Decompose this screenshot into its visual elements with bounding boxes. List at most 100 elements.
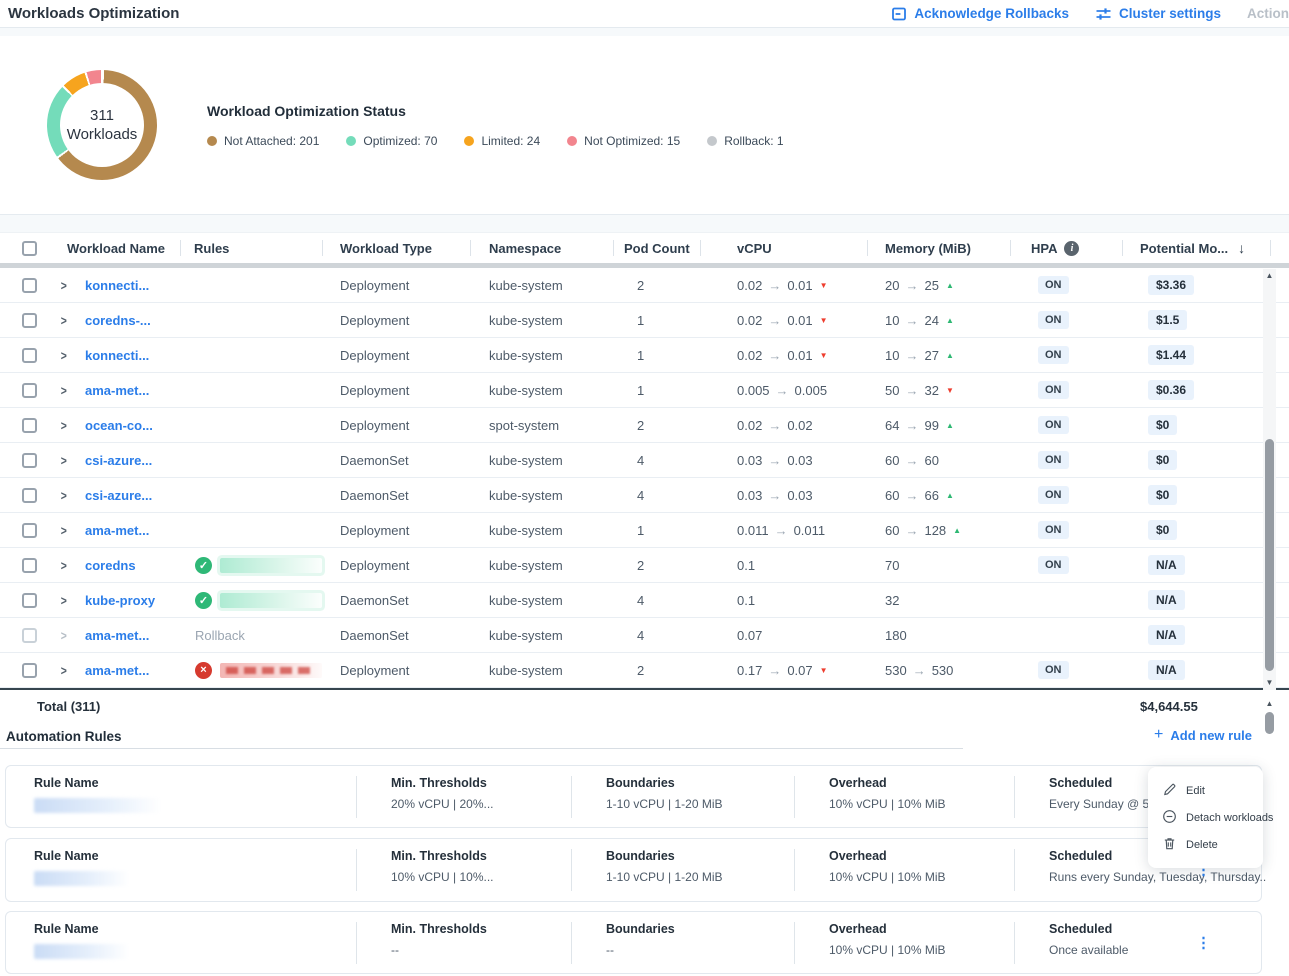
row-checkbox[interactable] (22, 453, 37, 468)
column-header-memory[interactable]: Memory (MiB) (867, 233, 1010, 263)
row-checkbox[interactable] (22, 593, 37, 608)
pod-count-cell: 1 (613, 338, 700, 372)
workload-name-link[interactable]: coredns-... (85, 313, 151, 328)
workload-name-cell: csi-azure... (82, 478, 180, 512)
workload-name-link[interactable]: kube-proxy (85, 593, 155, 608)
row-checkbox[interactable] (22, 348, 37, 363)
select-all-checkbox[interactable] (22, 241, 37, 256)
acknowledge-rollbacks-button[interactable]: Acknowledge Rollbacks (891, 6, 1069, 22)
hpa-on-badge: ON (1038, 276, 1069, 294)
namespace-cell: kube-system (470, 513, 613, 547)
mem-cell: 60→66▲ (867, 478, 1010, 512)
row-checkbox[interactable] (22, 663, 37, 678)
cluster-settings-button[interactable]: Cluster settings (1095, 6, 1221, 22)
rule-name-column: Rule Name (6, 776, 356, 818)
expand-chevron-icon[interactable]: > (61, 663, 67, 678)
hpa-cell: ON (1010, 478, 1122, 512)
expand-chevron-icon[interactable]: > (61, 313, 67, 328)
workload-type-cell: DaemonSet (322, 478, 470, 512)
row-checkbox[interactable] (22, 488, 37, 503)
workload-name-link[interactable]: ama-met... (85, 663, 149, 678)
expand-chevron-icon[interactable]: > (61, 523, 67, 538)
vcpu-from: 0.02 (737, 418, 762, 433)
namespace: kube-system (489, 453, 563, 468)
workload-type: Deployment (340, 558, 409, 573)
rule-kebab-menu-button[interactable]: ⋮ (1196, 935, 1211, 950)
pod-count-cell: 1 (613, 513, 700, 547)
expand-chevron-icon[interactable]: > (61, 418, 67, 433)
mem-to: 60 (924, 453, 938, 468)
workload-name-link[interactable]: coredns (85, 558, 136, 573)
mem-cell: 180 (867, 618, 1010, 652)
column-header-pod-count[interactable]: Pod Count (613, 233, 700, 263)
expand-chevron-icon[interactable]: > (61, 628, 67, 643)
column-header-namespace[interactable]: Namespace (470, 233, 613, 263)
scrollbar-thumb[interactable] (1265, 712, 1274, 734)
column-header-workload-type[interactable]: Workload Type (322, 233, 470, 263)
column-header-rules[interactable]: Rules (180, 233, 322, 263)
trend-up-icon: ▲ (946, 351, 954, 360)
potential-header-label: Potential Mo... (1140, 241, 1228, 256)
row-checkbox[interactable] (22, 418, 37, 433)
top-bar: Workloads Optimization Acknowledge Rollb… (0, 0, 1289, 28)
column-header-workload-name[interactable]: Workload Name (48, 233, 180, 263)
column-header-hpa[interactable]: HPA i (1010, 233, 1122, 263)
workload-name-link[interactable]: csi-azure... (85, 453, 152, 468)
min-thresholds-column: Min. Thresholds-- (356, 922, 571, 964)
expand-chevron-icon[interactable]: > (61, 348, 67, 363)
workload-name-cell: konnecti... (82, 268, 180, 302)
workload-name-link[interactable]: ama-met... (85, 628, 149, 643)
expand-chevron-icon[interactable]: > (61, 488, 67, 503)
info-icon[interactable]: i (1064, 241, 1079, 256)
mem-cell: 32 (867, 583, 1010, 617)
vcpu-from: 0.02 (737, 278, 762, 293)
trend-down-icon: ▼ (946, 386, 954, 395)
workload-name-link[interactable]: konnecti... (85, 278, 149, 293)
menu-item-edit[interactable]: Edit (1148, 777, 1263, 804)
workload-type: Deployment (340, 313, 409, 328)
scroll-up-arrow[interactable]: ▲ (1263, 699, 1276, 709)
scroll-down-arrow[interactable]: ▼ (1263, 678, 1276, 688)
sort-desc-icon[interactable]: ↓ (1238, 240, 1245, 256)
column-header-potential[interactable]: Potential Mo... ↓ (1122, 233, 1289, 263)
expand-chevron-icon[interactable]: > (61, 558, 67, 573)
rules-cell (180, 373, 322, 407)
redacted-text (226, 667, 316, 674)
workload-name-link[interactable]: ama-met... (85, 383, 149, 398)
workload-name-link[interactable]: konnecti... (85, 348, 149, 363)
pod-count: 4 (637, 593, 644, 608)
row-checkbox[interactable] (22, 628, 37, 643)
legend-label: Optimized: 70 (363, 134, 437, 148)
column-header-vcpu[interactable]: vCPU (700, 233, 867, 263)
legend-label: Limited: 24 (481, 134, 540, 148)
expand-chevron-icon[interactable]: > (61, 593, 67, 608)
hpa-cell: ON (1010, 338, 1122, 372)
row-checkbox-cell (0, 373, 48, 407)
workload-name-link[interactable]: ama-met... (85, 523, 149, 538)
workload-name-link[interactable]: csi-azure... (85, 488, 152, 503)
hpa-cell: ON (1010, 653, 1122, 687)
row-checkbox[interactable] (22, 558, 37, 573)
workload-name-cell: ama-met... (82, 618, 180, 652)
workload-name-cell: ama-met... (82, 373, 180, 407)
workload-name-link[interactable]: ocean-co... (85, 418, 153, 433)
overhead-label: Overhead (829, 849, 1014, 864)
menu-item-delete[interactable]: Delete (1148, 831, 1263, 858)
rule-card: Rule NameMin. Thresholds20% vCPU | 20%..… (5, 765, 1262, 828)
row-checkbox[interactable] (22, 383, 37, 398)
menu-item-detach-workloads[interactable]: Detach workloads (1148, 804, 1263, 831)
expand-chevron-icon[interactable]: > (61, 278, 67, 293)
scrollbar-thumb[interactable] (1265, 439, 1274, 671)
row-checkbox[interactable] (22, 278, 37, 293)
arrow-right-icon: → (768, 453, 781, 468)
workload-name-cell: konnecti... (82, 338, 180, 372)
expand-chevron-icon[interactable]: > (61, 383, 67, 398)
row-checkbox[interactable] (22, 313, 37, 328)
actions-button-disabled[interactable]: Action (1247, 6, 1289, 21)
row-checkbox[interactable] (22, 523, 37, 538)
min-thresholds-label: Min. Thresholds (391, 849, 571, 864)
add-new-rule-button[interactable]: + Add new rule (1154, 727, 1252, 743)
expand-chevron-icon[interactable]: > (61, 453, 67, 468)
select-all-cell (0, 233, 48, 263)
scroll-up-arrow[interactable]: ▲ (1263, 271, 1276, 281)
